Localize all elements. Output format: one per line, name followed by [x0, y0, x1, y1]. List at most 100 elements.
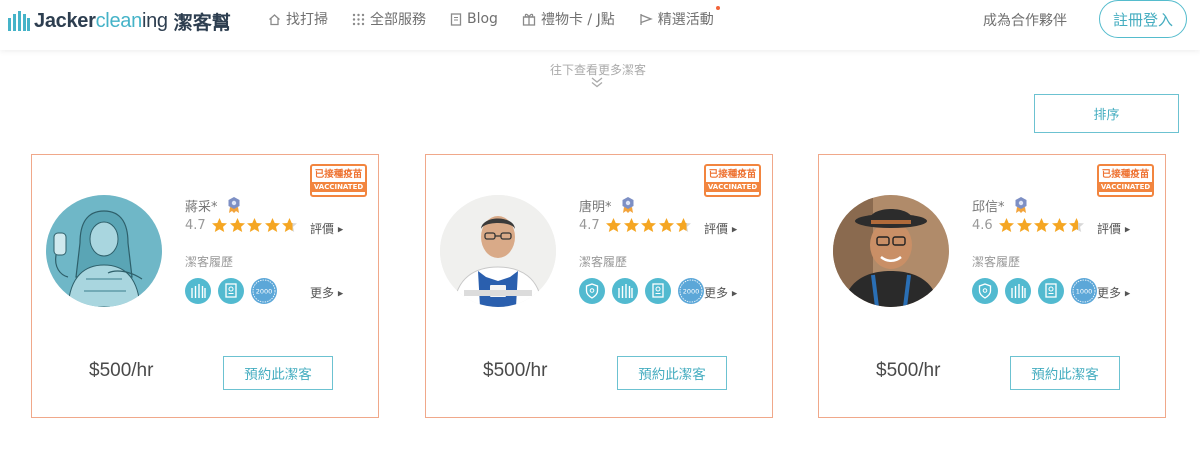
star-rating	[211, 217, 299, 233]
star-icon	[264, 218, 280, 232]
history-badges: 1000	[972, 278, 1104, 304]
svg-text:1000: 1000	[1076, 288, 1093, 296]
nav-label: Blog	[467, 11, 498, 27]
book-cleaner-button[interactable]: 預約此潔客	[223, 356, 333, 390]
cleaner-name-row: 邱信*	[972, 196, 1028, 215]
gift-icon	[522, 13, 536, 26]
cleaner-card: 已接種疫苗 VACCINATED 蔣采* 4.7 評價 ▶ 潔客履歷 2000 …	[31, 154, 379, 418]
nav-all-services[interactable]: 全部服務	[352, 9, 426, 29]
notification-dot	[715, 6, 720, 10]
nav-label: 禮物卡 / J點	[540, 12, 615, 28]
grid-dots-icon	[352, 13, 365, 25]
avatar-photo	[440, 195, 556, 307]
milestone-badge: 1000	[1071, 278, 1097, 304]
nav-label: 精選活動	[657, 12, 714, 28]
certificate-icon	[218, 278, 244, 304]
nav-label: 全部服務	[370, 12, 426, 28]
avatar-photo	[46, 195, 162, 307]
cleaner-name-row: 蔣采*	[185, 196, 241, 215]
star-icon	[606, 218, 621, 232]
vaccinated-badge: 已接種疫苗 VACCINATED	[704, 164, 761, 197]
triangle-right-icon: ▶	[731, 225, 738, 234]
star-icon	[1051, 218, 1067, 232]
hourly-price: $500/hr	[483, 360, 548, 381]
star-rating	[605, 217, 693, 233]
star-icon	[623, 218, 639, 232]
rating-value: 4.7	[579, 217, 600, 233]
triangle-right-icon: ▶	[337, 225, 344, 234]
cleaner-name: 邱信*	[972, 200, 1005, 215]
sort-button[interactable]: 排序	[1034, 94, 1179, 133]
star-icon	[282, 218, 297, 232]
triangle-right-icon: ▶	[731, 289, 738, 298]
nav-label: 找打掃	[286, 12, 328, 28]
building-icon	[612, 278, 638, 304]
triangle-right-icon: ▶	[337, 289, 344, 298]
more-link[interactable]: 更多 ▶	[1097, 284, 1130, 301]
star-icon	[1034, 218, 1049, 232]
star-icon	[676, 218, 691, 232]
star-icon	[1016, 218, 1032, 232]
certificate-icon	[645, 278, 671, 304]
rating-value: 4.7	[185, 217, 206, 233]
vaccinated-badge: 已接種疫苗 VACCINATED	[310, 164, 367, 197]
scroll-more-hint: 往下查看更多潔客	[549, 63, 646, 77]
svg-text:2000: 2000	[256, 288, 273, 296]
avatar-photo	[833, 195, 949, 307]
top-navbar: Jackercleaning 潔客幫 找打掃 全部服務 Blog 禮物卡 / J…	[0, 0, 1200, 50]
cleaner-history-label: 潔客履歷	[579, 255, 628, 269]
milestone-badge: 2000	[251, 278, 277, 304]
building-icon	[185, 278, 211, 304]
reviews-link[interactable]: 評價 ▶	[310, 220, 343, 237]
vaccinated-badge: 已接種疫苗 VACCINATED	[1097, 164, 1154, 197]
rating-row: 4.7	[579, 217, 693, 233]
medal-icon	[622, 197, 634, 213]
double-chevron-down-icon	[591, 77, 603, 88]
star-icon	[247, 218, 262, 232]
main-nav: 找打掃 全部服務 Blog 禮物卡 / J點 精選活動	[268, 6, 738, 30]
hourly-price: $500/hr	[89, 360, 154, 381]
cleaner-name-row: 唐明*	[579, 196, 635, 215]
nav-blog[interactable]: Blog	[450, 11, 498, 27]
book-cleaner-button[interactable]: 預約此潔客	[617, 356, 727, 390]
star-icon	[212, 218, 227, 232]
hourly-price: $500/hr	[876, 360, 941, 381]
svg-text:2000: 2000	[683, 288, 700, 296]
shield-icon	[972, 278, 998, 304]
reviews-link[interactable]: 評價 ▶	[704, 220, 737, 237]
cleaner-avatar[interactable]	[46, 195, 162, 307]
register-login-button[interactable]: 註冊登入	[1099, 0, 1187, 38]
star-icon	[999, 218, 1014, 232]
cleaner-avatar[interactable]	[833, 195, 949, 307]
reviews-link[interactable]: 評價 ▶	[1097, 220, 1130, 237]
medal-icon	[1015, 197, 1027, 213]
cleaner-avatar[interactable]	[440, 195, 556, 307]
building-icon	[1005, 278, 1031, 304]
medal-icon	[228, 197, 240, 213]
rating-row: 4.6	[972, 217, 1086, 233]
brand-name-zh: 潔客幫	[173, 11, 231, 34]
star-rating	[998, 217, 1086, 233]
shield-icon	[579, 278, 605, 304]
cleaner-history-label: 潔客履歷	[972, 255, 1021, 269]
nav-gift-card[interactable]: 禮物卡 / J點	[522, 9, 615, 29]
document-icon	[450, 12, 462, 26]
become-partner-link[interactable]: 成為合作夥伴	[983, 10, 1067, 30]
nav-find-cleaning[interactable]: 找打掃	[268, 9, 328, 29]
certificate-icon	[1038, 278, 1064, 304]
more-link[interactable]: 更多 ▶	[310, 284, 343, 301]
home-icon	[269, 13, 280, 25]
book-cleaner-button[interactable]: 預約此潔客	[1010, 356, 1120, 390]
nav-featured-events[interactable]: 精選活動	[639, 6, 720, 29]
logo-bars-icon	[8, 11, 30, 31]
cleaner-card: 已接種疫苗 VACCINATED 邱信* 4.6 評價 ▶ 潔客履歷 1000	[818, 154, 1166, 418]
more-link[interactable]: 更多 ▶	[704, 284, 737, 301]
rating-row: 4.7	[185, 217, 299, 233]
flag-icon	[640, 13, 653, 25]
cleaner-history-label: 潔客履歷	[185, 255, 234, 269]
history-badges: 2000	[185, 278, 284, 304]
star-icon	[1069, 218, 1084, 232]
cleaner-name: 蔣采*	[185, 200, 218, 215]
star-icon	[641, 218, 656, 232]
brand-logo[interactable]: Jackercleaning 潔客幫	[8, 8, 231, 34]
